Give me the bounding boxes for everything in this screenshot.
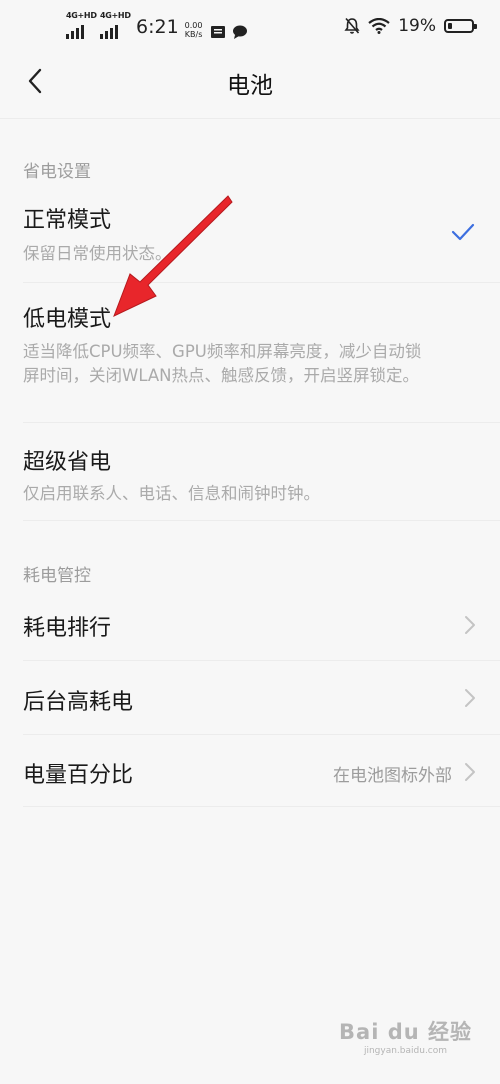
battery-percent: 19% (398, 16, 436, 36)
section-label-power-control: 耗电管控 (23, 566, 91, 586)
watermark-main: Bai du 经验 (339, 1020, 472, 1044)
message-icon (233, 25, 248, 39)
mode-title: 超级省电 (23, 450, 112, 475)
status-bar: 4G+HD 4G+HD 6:21 0.00 KB/s 19% (0, 0, 500, 56)
mode-desc: 适当降低CPU频率、GPU频率和屏幕亮度，减少自动锁屏时间，关闭WLAN热点、触… (23, 342, 422, 385)
row-title: 耗电排行 (23, 616, 112, 641)
divider (23, 806, 500, 807)
divider (23, 520, 500, 521)
divider (23, 282, 500, 283)
signal-2-icon: 4G+HD (100, 11, 131, 39)
divider (23, 422, 500, 423)
chevron-right-icon (465, 763, 475, 781)
network-speed: 0.00 KB/s (185, 21, 203, 39)
page-title: 电池 (227, 73, 273, 99)
mode-title: 低电模式 (23, 307, 112, 332)
section-label-power-settings: 省电设置 (23, 162, 91, 182)
row-title: 电量百分比 (23, 763, 134, 788)
speed-value: 0.00 (184, 21, 203, 30)
status-left: 4G+HD 4G+HD 6:21 0.00 KB/s (66, 11, 254, 39)
battery-fill (448, 23, 452, 29)
speed-unit: KB/s (184, 30, 203, 39)
network-type-2: 4G+HD (100, 11, 131, 20)
annotation-arrow-icon (113, 195, 233, 317)
clock: 6:21 (136, 16, 179, 38)
chevron-right-icon (465, 616, 475, 634)
check-icon (451, 223, 475, 241)
wifi-icon (368, 18, 390, 34)
divider (23, 660, 500, 661)
mute-icon (344, 17, 360, 34)
watermark: Bai du 经验 jingyan.baidu.com (339, 1016, 472, 1056)
mode-desc: 仅启用联系人、电话、信息和闹钟时钟。 (23, 484, 320, 503)
sim-card-icon (211, 26, 226, 38)
row-value: 在电池图标外部 (333, 766, 452, 786)
watermark-sub: jingyan.baidu.com (363, 1046, 448, 1056)
mode-title: 正常模式 (23, 208, 112, 233)
divider (23, 734, 500, 735)
battery-icon (444, 19, 477, 33)
status-right: 19% (344, 16, 477, 36)
signal-1-icon: 4G+HD (66, 11, 97, 39)
row-title: 后台高耗电 (23, 690, 134, 715)
chevron-right-icon (465, 689, 475, 707)
network-type-1: 4G+HD (66, 11, 97, 20)
header-divider (0, 118, 500, 119)
title-bar: 电池 (0, 56, 500, 106)
